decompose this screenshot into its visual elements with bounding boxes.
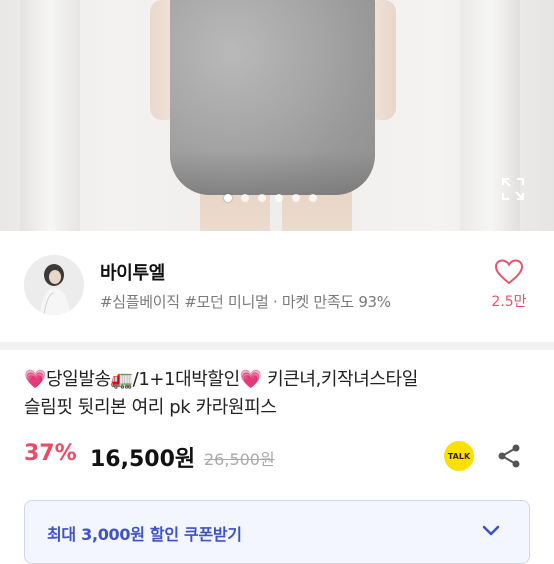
seller-section[interactable]: 바이투엘 #심플베이직 #모던 미니멀 · 마켓 만족도 93% 2.5만 (0, 231, 554, 341)
carousel-dot[interactable] (241, 194, 249, 202)
carousel-indicator[interactable] (224, 194, 317, 202)
product-image[interactable] (0, 0, 554, 231)
product-title: 💗당일발송🚛/1+1대박할인💗 키큰녀,키작녀스타일 슬림핏 뒷리본 여리 pk… (24, 366, 534, 422)
price-row: 37% 16,500원 26,500원 TALK (24, 441, 534, 473)
product-title-line1: 💗당일발송🚛/1+1대박할인💗 키큰녀,키작녀스타일 (24, 369, 418, 390)
share-icon[interactable] (496, 443, 522, 469)
carousel-dot[interactable] (258, 194, 266, 202)
chevron-down-icon (482, 525, 500, 536)
coupon-button[interactable]: 최대 3,000원 할인 쿠폰받기 (24, 500, 530, 564)
carousel-dot[interactable] (224, 194, 232, 202)
seller-name[interactable]: 바이투엘 (100, 259, 165, 285)
carousel-dot[interactable] (275, 194, 283, 202)
seller-avatar[interactable] (24, 255, 84, 315)
kakao-talk-icon: TALK (447, 451, 471, 461)
like-button[interactable]: 2.5만 (489, 259, 529, 311)
sale-price: 16,500원 (90, 447, 196, 472)
kakao-talk-button[interactable]: TALK (444, 441, 474, 471)
expand-icon[interactable] (500, 176, 526, 202)
heart-icon (494, 259, 524, 285)
carousel-dot[interactable] (292, 194, 300, 202)
original-price: 26,500원 (204, 450, 275, 469)
seller-tags: #심플베이직 #모던 미니멀 · 마켓 만족도 93% (100, 293, 391, 311)
background-curtain (20, 0, 80, 231)
dress-shadow (170, 150, 375, 195)
section-divider (0, 342, 554, 350)
product-title-line2: 슬림핏 뒷리본 여리 pk 카라원피스 (24, 397, 277, 418)
coupon-label: 최대 3,000원 할인 쿠폰받기 (47, 525, 242, 544)
carousel-dot[interactable] (309, 194, 317, 202)
discount-rate: 37% (24, 441, 77, 466)
like-count: 2.5만 (491, 294, 527, 310)
